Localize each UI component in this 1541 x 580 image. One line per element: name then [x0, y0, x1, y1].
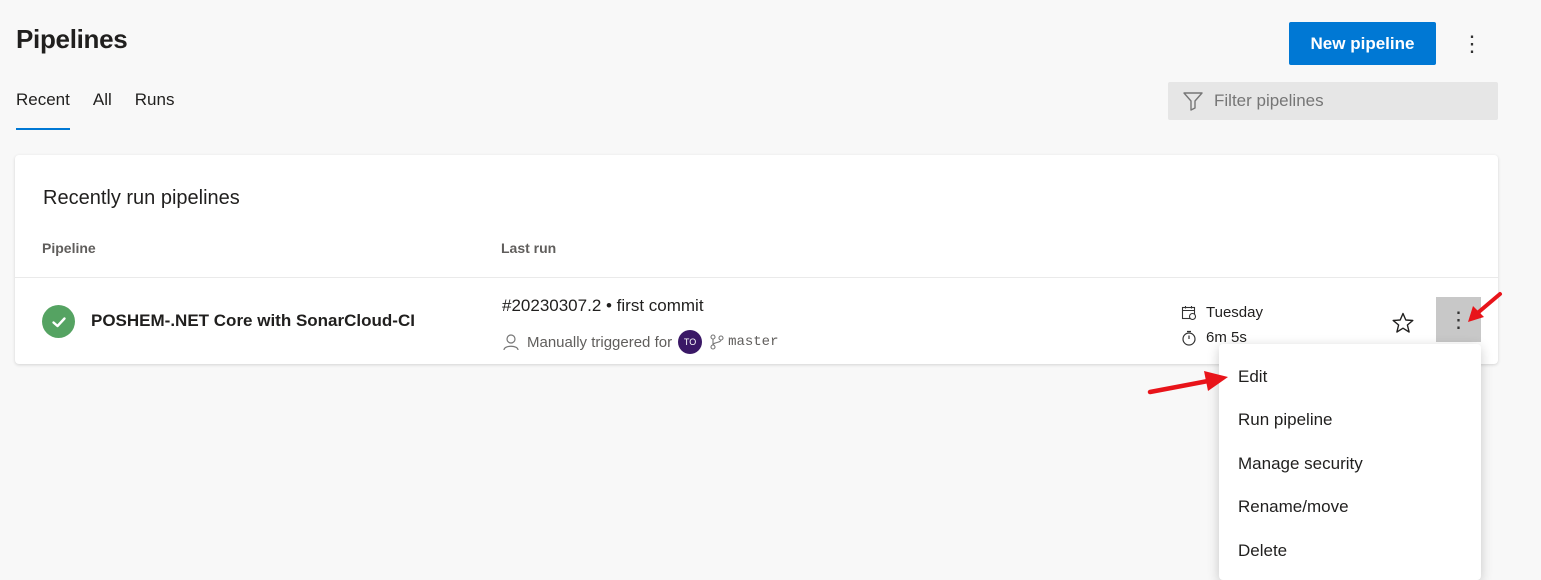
menu-item-manage-security[interactable]: Manage security: [1219, 442, 1481, 486]
filter-icon: [1183, 92, 1203, 111]
run-date: Tuesday: [1206, 304, 1263, 321]
menu-item-run-pipeline[interactable]: Run pipeline: [1219, 399, 1481, 443]
menu-item-delete[interactable]: Delete: [1219, 529, 1481, 573]
calendar-icon: [1181, 305, 1197, 320]
run-trigger-info: Manually triggered for TO master: [502, 330, 779, 354]
avatar: TO: [678, 330, 703, 354]
run-title-link[interactable]: #20230307.2 • first commit: [502, 296, 704, 316]
more-vertical-icon[interactable]: ⋮: [1455, 27, 1489, 61]
success-status-icon: [42, 305, 75, 338]
new-pipeline-button[interactable]: New pipeline: [1289, 22, 1436, 65]
tab-runs[interactable]: Runs: [135, 90, 175, 130]
menu-item-edit[interactable]: Edit: [1219, 355, 1481, 399]
tab-all[interactable]: All: [93, 90, 112, 130]
branch-icon: [710, 334, 724, 350]
card-title: Recently run pipelines: [43, 187, 240, 209]
menu-item-rename-move[interactable]: Rename/move: [1219, 486, 1481, 530]
row-more-options-icon[interactable]: ⋮: [1436, 297, 1481, 342]
divider: [15, 277, 1498, 278]
column-header-pipeline: Pipeline: [42, 240, 96, 256]
tab-recent[interactable]: Recent: [16, 90, 70, 130]
run-time-info: Tuesday 6m 5s: [1181, 300, 1263, 350]
person-icon: [503, 334, 519, 351]
trigger-text: Manually triggered for: [527, 333, 673, 351]
page-title: Pipelines: [16, 24, 128, 54]
filter-placeholder: Filter pipelines: [1214, 91, 1324, 110]
favorite-star-icon[interactable]: [1388, 308, 1418, 338]
filter-input[interactable]: Filter pipelines: [1168, 82, 1498, 120]
pipeline-context-menu: Edit Run pipeline Manage security Rename…: [1219, 344, 1481, 580]
branch-name: master: [728, 334, 779, 350]
recent-pipelines-card: Recently run pipelines Pipeline Last run…: [15, 155, 1498, 364]
tab-bar: Recent All Runs: [16, 90, 197, 130]
stopwatch-icon: [1182, 330, 1196, 346]
pipeline-name-link[interactable]: POSHEM-.NET Core with SonarCloud-CI: [91, 311, 415, 331]
column-header-last-run: Last run: [501, 240, 557, 256]
